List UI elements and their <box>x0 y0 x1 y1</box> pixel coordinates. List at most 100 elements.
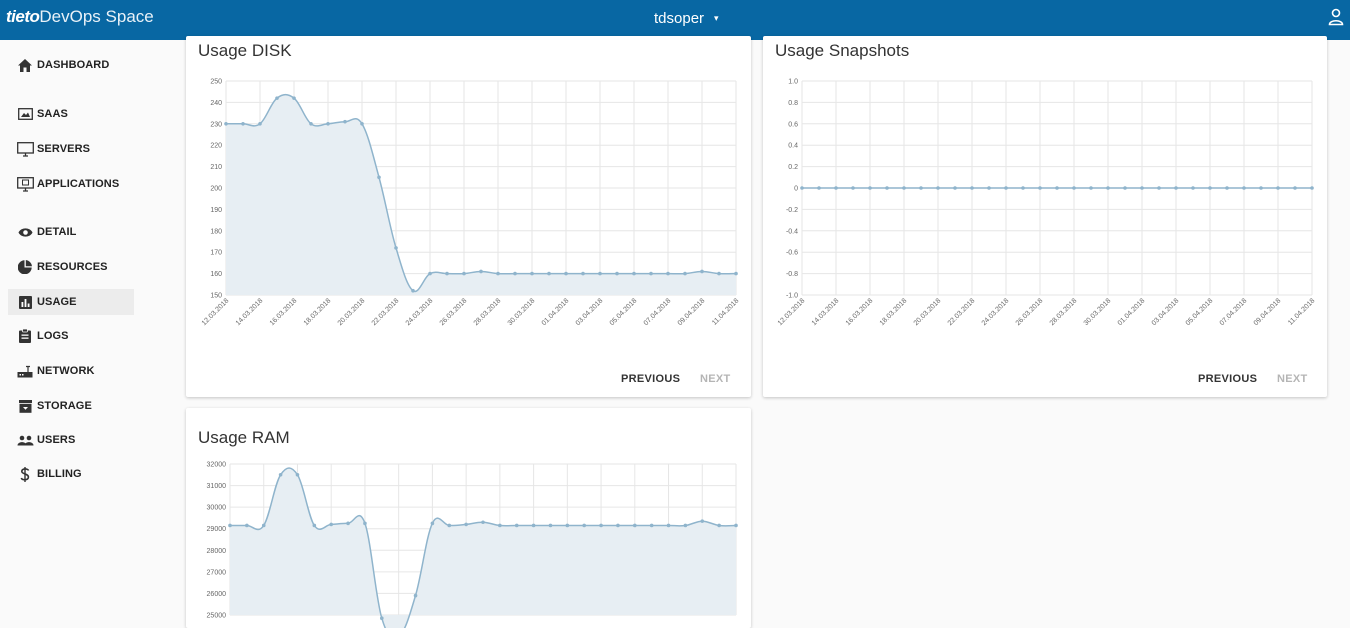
data-point[interactable] <box>531 523 536 528</box>
data-point[interactable] <box>1259 186 1263 190</box>
data-point[interactable] <box>346 521 350 526</box>
data-point[interactable] <box>411 288 415 293</box>
data-point[interactable] <box>447 523 452 528</box>
data-point[interactable] <box>343 119 347 124</box>
sidebar-item-applications[interactable]: APPLICATIONS <box>8 171 134 197</box>
data-point[interactable] <box>394 246 398 250</box>
data-point[interactable] <box>599 523 603 528</box>
next-button[interactable]: NEXT <box>700 373 731 385</box>
data-point[interactable] <box>616 523 620 528</box>
data-point[interactable] <box>360 122 364 126</box>
data-point[interactable] <box>902 186 906 190</box>
data-point[interactable] <box>717 271 721 276</box>
data-point[interactable] <box>734 523 738 528</box>
data-point[interactable] <box>326 122 330 126</box>
sidebar-item-resources[interactable]: RESOURCES <box>8 254 134 280</box>
data-point[interactable] <box>548 523 553 528</box>
data-point[interactable] <box>514 523 519 528</box>
data-point[interactable] <box>312 523 317 528</box>
data-point[interactable] <box>1072 186 1076 190</box>
sidebar-item-servers[interactable]: SERVERS <box>8 136 134 162</box>
brand-logo[interactable]: tietoDevOps Space <box>6 7 154 27</box>
data-point[interactable] <box>666 271 670 276</box>
data-point[interactable] <box>564 271 568 276</box>
previous-button[interactable]: PREVIOUS <box>1198 373 1257 385</box>
sidebar-item-users[interactable]: USERS <box>8 427 134 453</box>
sidebar-item-usage[interactable]: USAGE <box>8 289 134 315</box>
data-point[interactable] <box>329 522 333 527</box>
data-point[interactable] <box>1004 186 1008 190</box>
data-point[interactable] <box>464 522 468 527</box>
data-point[interactable] <box>817 186 821 190</box>
data-point[interactable] <box>428 271 432 276</box>
sidebar-item-billing[interactable]: BILLING <box>8 461 134 487</box>
data-point[interactable] <box>1021 186 1025 190</box>
next-button[interactable]: NEXT <box>1277 373 1308 385</box>
data-point[interactable] <box>717 523 721 528</box>
data-point[interactable] <box>295 472 300 477</box>
data-point[interactable] <box>1191 186 1195 190</box>
data-point[interactable] <box>1242 186 1246 190</box>
data-point[interactable] <box>598 271 602 276</box>
data-point[interactable] <box>496 271 500 276</box>
data-point[interactable] <box>987 186 991 190</box>
data-point[interactable] <box>582 523 586 528</box>
data-point[interactable] <box>800 186 804 190</box>
data-point[interactable] <box>530 271 534 276</box>
data-point[interactable] <box>1157 186 1161 190</box>
data-point[interactable] <box>615 271 619 276</box>
data-point[interactable] <box>498 523 502 528</box>
data-point[interactable] <box>834 186 838 190</box>
data-point[interactable] <box>1174 186 1178 190</box>
data-point[interactable] <box>936 186 940 190</box>
data-point[interactable] <box>413 593 418 598</box>
data-point[interactable] <box>1106 186 1110 190</box>
data-point[interactable] <box>851 186 855 190</box>
data-point[interactable] <box>292 96 296 100</box>
data-point[interactable] <box>632 271 636 276</box>
data-point[interactable] <box>581 271 585 276</box>
data-point[interactable] <box>1123 186 1127 190</box>
data-point[interactable] <box>700 519 705 523</box>
data-point[interactable] <box>462 271 466 276</box>
user-menu[interactable]: tdsoper ▾ <box>654 10 719 27</box>
data-point[interactable] <box>683 271 687 276</box>
data-point[interactable] <box>1310 186 1314 190</box>
sidebar-item-storage[interactable]: STORAGE <box>8 393 134 419</box>
data-point[interactable] <box>363 521 367 526</box>
previous-button[interactable]: PREVIOUS <box>621 373 680 385</box>
sidebar-item-dashboard[interactable]: DASHBOARD <box>8 52 134 78</box>
data-point[interactable] <box>1038 186 1042 190</box>
data-point[interactable] <box>633 523 637 528</box>
data-point[interactable] <box>245 523 249 528</box>
data-point[interactable] <box>683 523 688 528</box>
data-point[interactable] <box>1276 186 1280 190</box>
data-point[interactable] <box>1208 186 1212 190</box>
data-point[interactable] <box>970 186 974 190</box>
data-point[interactable] <box>380 616 384 621</box>
data-point[interactable] <box>1293 186 1297 190</box>
data-point[interactable] <box>868 186 872 190</box>
data-point[interactable] <box>513 271 517 276</box>
data-point[interactable] <box>919 186 923 190</box>
data-point[interactable] <box>666 523 671 528</box>
sidebar-item-detail[interactable]: DETAIL <box>8 219 134 245</box>
sidebar-item-logs[interactable]: LOGS <box>8 323 134 349</box>
data-point[interactable] <box>241 122 245 126</box>
data-point[interactable] <box>1140 186 1144 190</box>
data-point[interactable] <box>649 271 653 276</box>
data-point[interactable] <box>481 520 485 525</box>
data-point[interactable] <box>700 269 704 274</box>
data-point[interactable] <box>224 122 228 126</box>
sidebar-item-saas[interactable]: SAAS <box>8 101 134 127</box>
data-point[interactable] <box>228 523 232 528</box>
data-point[interactable] <box>734 271 738 276</box>
data-point[interactable] <box>275 96 279 100</box>
data-point[interactable] <box>1055 186 1059 190</box>
account-icon[interactable] <box>1328 8 1344 26</box>
data-point[interactable] <box>258 122 262 126</box>
data-point[interactable] <box>479 269 483 274</box>
data-point[interactable] <box>261 523 266 528</box>
data-point[interactable] <box>377 175 381 180</box>
data-point[interactable] <box>547 271 551 276</box>
